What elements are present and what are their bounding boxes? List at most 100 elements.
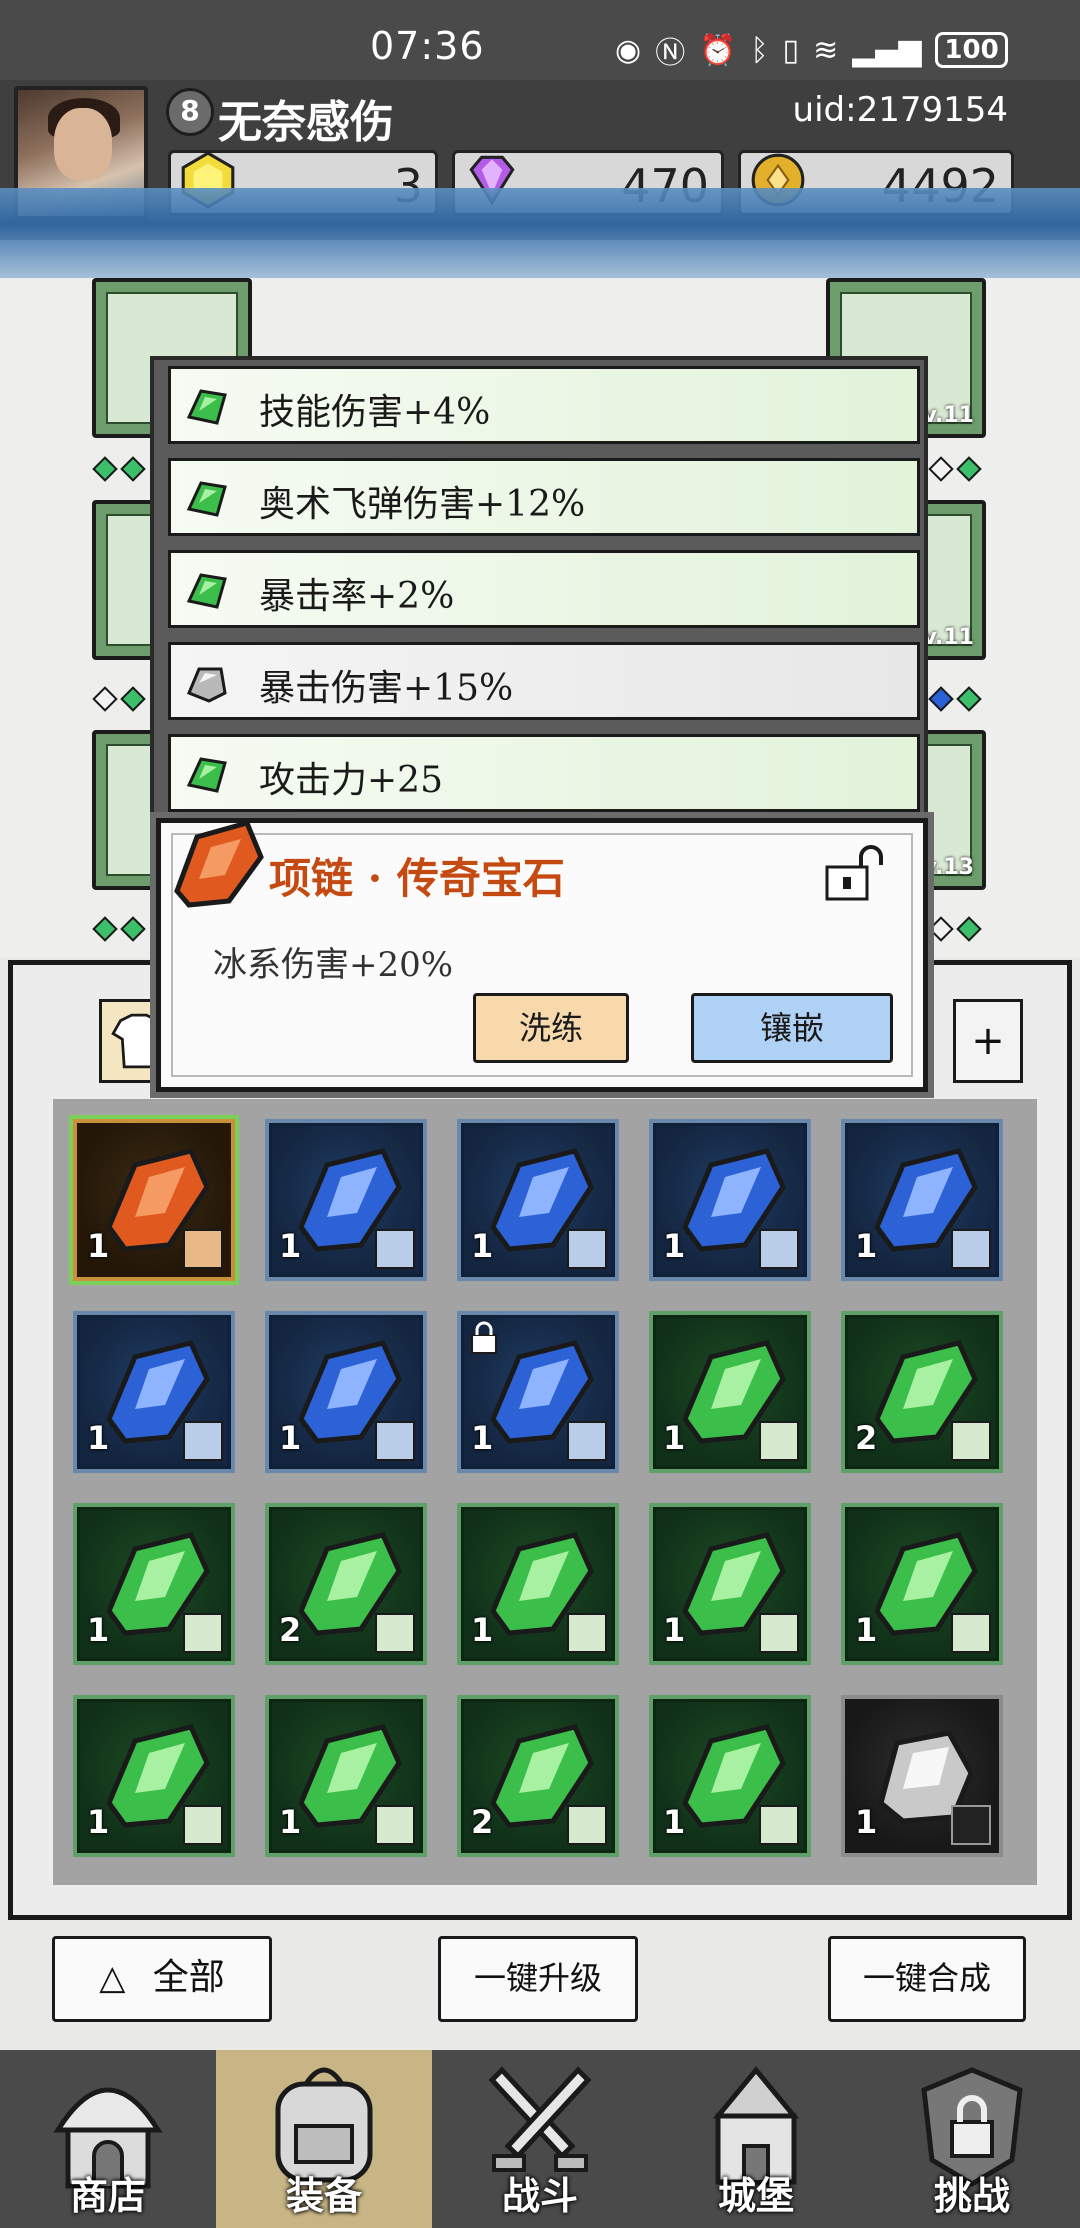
socket-white <box>928 916 954 942</box>
unlock-icon[interactable] <box>823 843 887 903</box>
socket-green <box>120 916 146 942</box>
helmet-icon <box>375 1805 415 1845</box>
refine-button[interactable]: 洗练 <box>473 993 629 1063</box>
gem-count: 2 <box>279 1611 302 1649</box>
gem-count: 1 <box>279 1803 302 1841</box>
socket-white <box>928 456 954 482</box>
gem-cell[interactable]: 2 <box>265 1503 427 1665</box>
gem-detail-popup: 项链 · 传奇宝石 冰系伤害+20% 洗练 镶嵌 <box>156 818 928 1092</box>
stat-row: 技能伤害+4% <box>168 366 920 444</box>
gem-popup-title: 项链 · 传奇宝石 <box>269 854 565 903</box>
gem-inventory: + 1 1 1 1 1 1 1 1 1 2 1 2 1 1 1 1 1 2 1 … <box>8 960 1072 1920</box>
one-key-upgrade-button[interactable]: 一键升级 <box>438 1936 638 2022</box>
stat-label: 技能伤害+4% <box>259 392 491 433</box>
gem-cell[interactable]: 1 <box>73 1695 235 1857</box>
gem-count: 1 <box>663 1803 686 1841</box>
gem-cell[interactable]: 1 <box>73 1503 235 1665</box>
alarm-icon: ⏰ <box>699 32 737 68</box>
nav-challenge[interactable]: 挑战 <box>864 2050 1080 2228</box>
stat-row: 奥术飞弹伤害+12% <box>168 458 920 536</box>
socket-indicators-right-1 <box>928 456 982 482</box>
nav-castle[interactable]: 城堡 <box>648 2050 864 2228</box>
weapon-icon <box>183 1805 223 1845</box>
socket-green <box>956 686 982 712</box>
gem-count: 1 <box>855 1227 878 1265</box>
gem-cell[interactable]: 1 <box>649 1311 811 1473</box>
gem-cell[interactable]: 1 <box>265 1695 427 1857</box>
stat-row: 攻击力+25 <box>168 734 920 812</box>
gem-cell[interactable]: 1 <box>841 1695 1003 1857</box>
gem-count: 1 <box>855 1803 878 1841</box>
armor-icon <box>567 1613 607 1653</box>
necklace-icon <box>567 1421 607 1461</box>
ring-icon <box>375 1229 415 1269</box>
necklace-icon <box>183 1229 223 1269</box>
filter-all-button[interactable]: △ 全部 <box>52 1936 272 2022</box>
nav-shop[interactable]: 商店 <box>0 2050 216 2228</box>
stat-row: 暴击率+2% <box>168 550 920 628</box>
nav-label: 战斗 <box>501 2173 578 2218</box>
gem-popup-effect: 冰系伤害+20% <box>213 945 454 985</box>
green-gem-icon <box>186 389 227 425</box>
gem-count: 2 <box>471 1803 494 1841</box>
stat-label: 暴击率+2% <box>259 576 455 617</box>
gem-count: 1 <box>663 1419 686 1457</box>
gem-cell[interactable]: 2 <box>841 1311 1003 1473</box>
gem-cell[interactable]: 1 <box>265 1311 427 1473</box>
inlay-button[interactable]: 镶嵌 <box>691 993 893 1063</box>
gem-cell[interactable]: 1 <box>649 1119 811 1281</box>
gem-count: 1 <box>87 1419 110 1457</box>
gem-count: 2 <box>855 1419 878 1457</box>
gem-stats-panel: 技能伤害+4% 奥术飞弹伤害+12% 暴击率+2% 暴击伤害+15% 攻击力+2… <box>150 356 928 822</box>
one-key-merge-button[interactable]: 一键合成 <box>828 1936 1026 2022</box>
gem-cell[interactable]: 1 <box>457 1503 619 1665</box>
gem-cell[interactable]: 1 <box>73 1311 235 1473</box>
green-gem-icon <box>186 573 227 609</box>
nfc-icon: Ⓝ <box>655 36 686 71</box>
helmet-icon <box>183 1421 223 1461</box>
socket-green <box>120 456 146 482</box>
status-time: 07:36 <box>370 24 485 68</box>
gem-cell[interactable]: 1 <box>457 1311 619 1473</box>
filter-all-label: 全部 <box>152 1957 225 1998</box>
socket-indicators-right-2 <box>928 686 982 712</box>
green-gem-icon <box>186 757 227 793</box>
stat-label: 奥术飞弹伤害+12% <box>259 484 586 525</box>
ring-icon <box>951 1805 991 1845</box>
socket-indicators-right-3 <box>928 916 982 942</box>
gem-cell[interactable]: 1 <box>649 1695 811 1857</box>
nav-equipment[interactable]: 装备 <box>216 2050 432 2228</box>
helmet-icon <box>567 1805 607 1845</box>
gem-cell[interactable]: 1 <box>841 1119 1003 1281</box>
gem-cell[interactable]: 1 <box>649 1503 811 1665</box>
gem-count: 1 <box>87 1803 110 1841</box>
battery-icon: 100 <box>935 32 1008 68</box>
socket-blue <box>928 686 954 712</box>
inventory-filter-button[interactable]: + <box>953 999 1023 1083</box>
socket-indicators-left-2 <box>92 686 146 712</box>
gem-count: 1 <box>279 1419 302 1457</box>
socket-indicators-left-3 <box>92 916 146 942</box>
stat-label: 暴击伤害+15% <box>259 668 514 709</box>
lock-icon <box>471 1321 497 1354</box>
gem-cell[interactable]: 2 <box>457 1695 619 1857</box>
triangle-icon: △ <box>99 1958 126 1998</box>
gem-cell[interactable]: 1 <box>841 1503 1003 1665</box>
armor-icon <box>375 1613 415 1653</box>
nav-label: 装备 <box>285 2173 362 2218</box>
stat-row: 暴击伤害+15% <box>168 642 920 720</box>
nav-battle[interactable]: 战斗 <box>432 2050 648 2228</box>
gem-count: 1 <box>663 1227 686 1265</box>
gem-cell[interactable]: 1 <box>73 1119 235 1281</box>
gem-count: 1 <box>87 1227 110 1265</box>
gem-count: 1 <box>471 1611 494 1649</box>
signal-icon: ▂▄▆ <box>852 32 922 68</box>
gem-count: 1 <box>279 1227 302 1265</box>
boots-icon <box>759 1613 799 1653</box>
player-name: 无奈感伤 <box>218 97 394 148</box>
ring-icon <box>951 1421 991 1461</box>
gem-cell[interactable]: 1 <box>457 1119 619 1281</box>
socket-green <box>120 686 146 712</box>
vibrate-icon: ▯ <box>782 32 800 68</box>
gem-cell[interactable]: 1 <box>265 1119 427 1281</box>
